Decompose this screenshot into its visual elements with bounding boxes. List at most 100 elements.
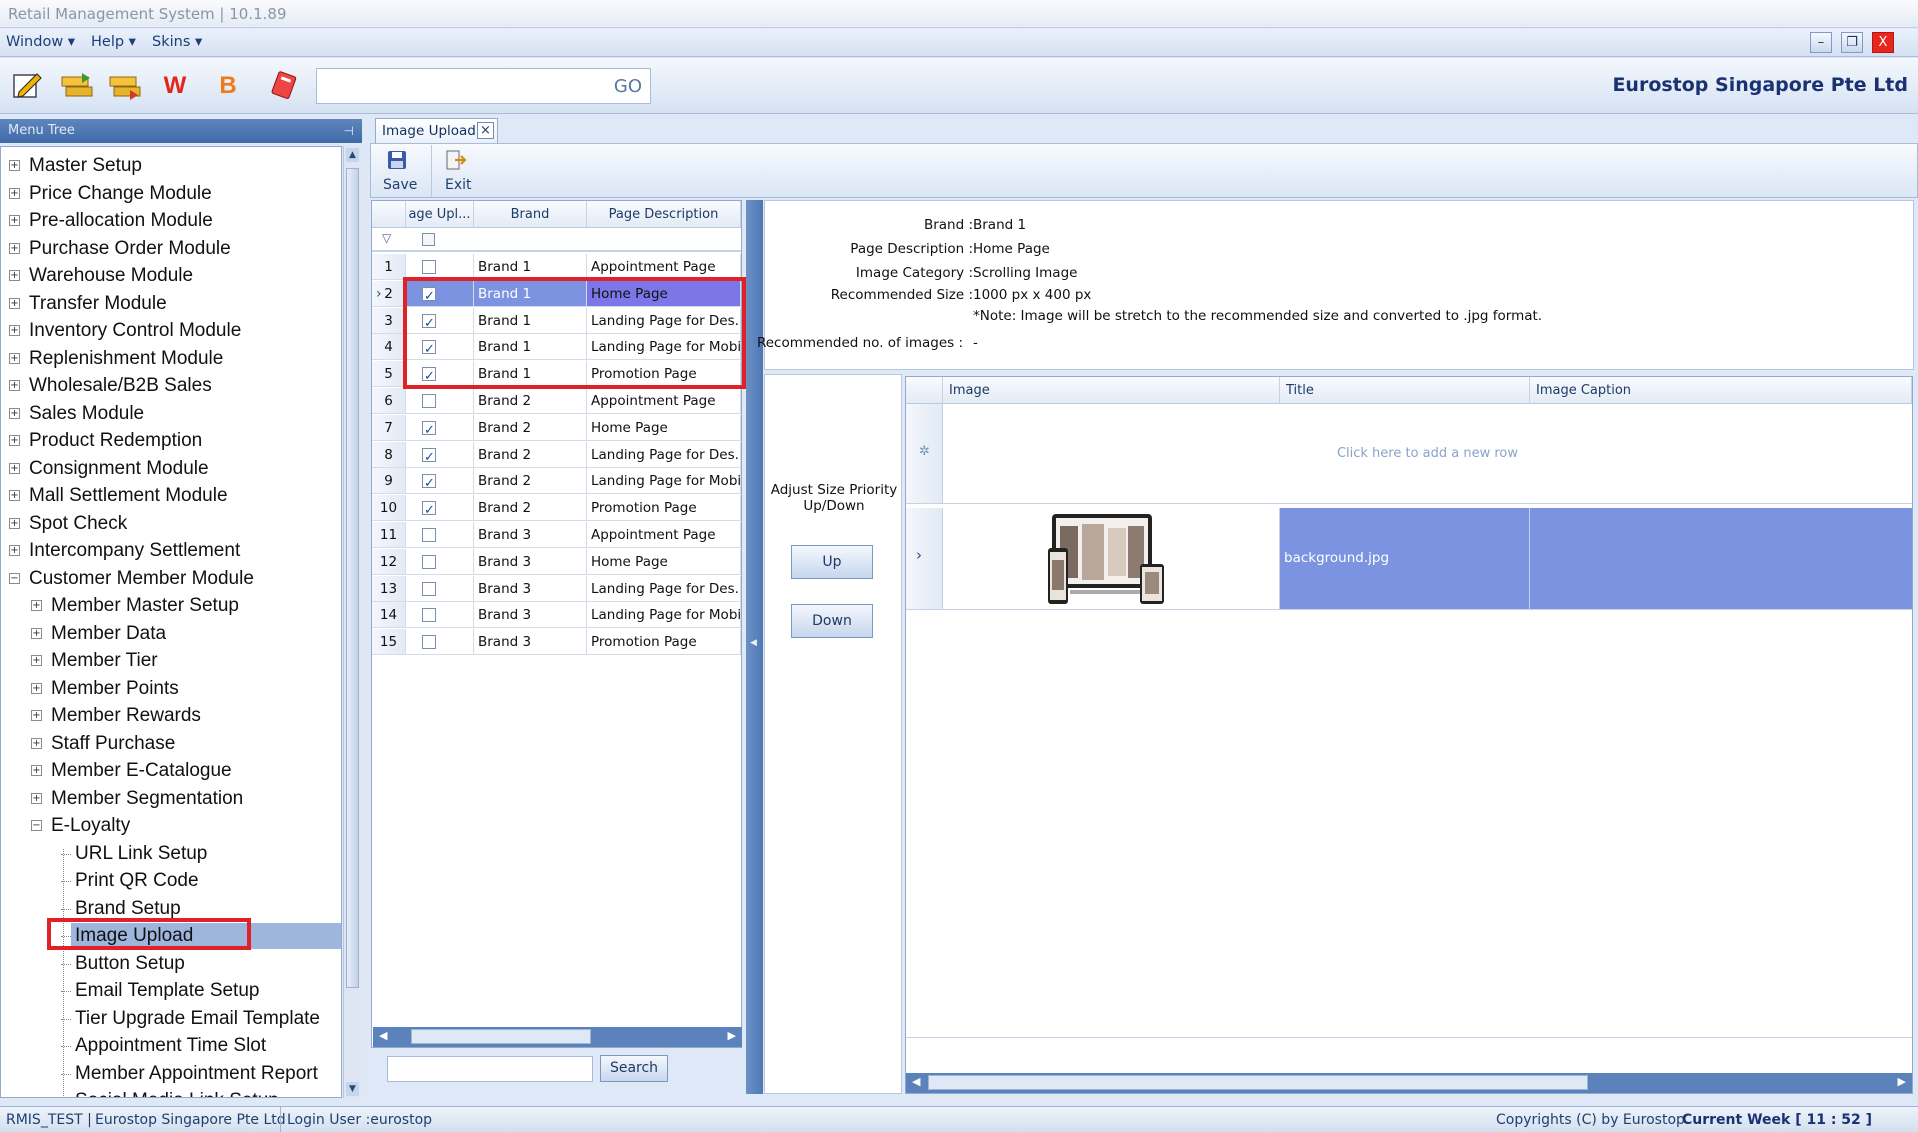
column-header-image-caption[interactable]: Image Caption	[1530, 377, 1912, 404]
menu-item-spot-check[interactable]: Spot Check	[29, 511, 127, 537]
page-description-cell[interactable]: Landing Page for Mobile	[587, 602, 741, 629]
expand-icon[interactable]: +	[9, 407, 20, 419]
expand-icon[interactable]: +	[9, 490, 20, 501]
pin-icon[interactable]: ⊣	[344, 119, 354, 143]
image-scroll-left-icon[interactable]: ◀	[912, 1075, 920, 1088]
global-search-input[interactable]: GO	[316, 68, 651, 104]
expand-icon[interactable]: +	[9, 160, 20, 171]
image-grid-scrollbar[interactable]: ◀ ▶	[906, 1073, 1912, 1093]
collapse-icon[interactable]: −	[9, 572, 20, 584]
menu-item-replenishment-module[interactable]: Replenishment Module	[29, 346, 223, 372]
minimize-button[interactable]: –	[1810, 32, 1832, 53]
brand-cell[interactable]: Brand 3	[474, 575, 587, 602]
image-row-indicator[interactable]: ›	[906, 508, 943, 609]
report-pen-icon[interactable]	[268, 70, 302, 102]
menu-item-consignment-module[interactable]: Consignment Module	[29, 456, 209, 482]
expand-icon[interactable]: +	[9, 545, 20, 556]
menu-item-warehouse-module[interactable]: Warehouse Module	[29, 263, 193, 289]
brand-cell[interactable]: Brand 3	[474, 548, 587, 575]
page-description-cell[interactable]: Promotion Page	[587, 495, 741, 522]
menu-skins[interactable]: Skins ▾	[152, 34, 202, 50]
table-row[interactable]: 6 Brand 2 Appointment Page	[372, 388, 741, 414]
b2b-b-icon[interactable]: B	[211, 70, 245, 102]
expand-icon[interactable]: +	[9, 380, 20, 391]
move-down-button[interactable]: Down	[791, 604, 873, 638]
brand-cell[interactable]: Brand 3	[474, 629, 587, 656]
brand-cell[interactable]: Brand 2	[474, 495, 587, 522]
exit-button[interactable]: Exit	[445, 177, 472, 193]
menu-item-wholesale-b2b-sales[interactable]: Wholesale/B2B Sales	[29, 373, 212, 399]
menu-item-button-setup[interactable]: Button Setup	[75, 951, 185, 977]
menu-item-member-data[interactable]: Member Data	[51, 621, 166, 647]
menu-item-mall-settlement-module[interactable]: Mall Settlement Module	[29, 483, 228, 509]
search-button[interactable]: Search	[600, 1055, 668, 1082]
menu-tree-scroll-thumb[interactable]	[346, 168, 359, 988]
menu-item-staff-purchase[interactable]: Staff Purchase	[51, 731, 175, 757]
list-grid-scrollbar[interactable]: ◀ ▶	[373, 1027, 742, 1047]
image-upload-checkbox[interactable]	[422, 498, 436, 520]
caption-cell[interactable]	[1530, 508, 1912, 609]
menu-item-inventory-control-module[interactable]: Inventory Control Module	[29, 318, 241, 344]
filter-checkbox[interactable]	[422, 233, 435, 246]
menu-item-intercompany-settlement[interactable]: Intercompany Settlement	[29, 538, 240, 564]
save-icon[interactable]	[387, 150, 407, 173]
tab-close-icon[interactable]: ×	[477, 122, 494, 139]
expand-icon[interactable]: +	[31, 792, 42, 804]
image-upload-checkbox[interactable]	[422, 554, 436, 569]
expand-icon[interactable]: +	[9, 325, 20, 336]
menu-item-purchase-order-module[interactable]: Purchase Order Module	[29, 236, 231, 262]
close-window-button[interactable]: X	[1872, 32, 1894, 53]
expand-icon[interactable]: +	[9, 435, 20, 446]
edit-notepad-icon[interactable]	[10, 70, 44, 102]
menu-item-member-points[interactable]: Member Points	[51, 676, 179, 702]
image-upload-checkbox[interactable]	[422, 471, 436, 493]
image-upload-checkbox[interactable]	[422, 581, 436, 596]
table-row[interactable]: 15 Brand 3 Promotion Page	[372, 629, 741, 656]
image-cell[interactable]	[943, 508, 1280, 609]
save-button[interactable]: Save	[383, 177, 417, 193]
menu-item-master-setup[interactable]: Master Setup	[29, 153, 142, 179]
column-header-brand[interactable]: Brand	[474, 201, 587, 228]
menu-item-product-redemption[interactable]: Product Redemption	[29, 428, 202, 454]
menu-item-tier-upgrade-email-template[interactable]: Tier Upgrade Email Template	[75, 1006, 320, 1032]
expand-icon[interactable]: +	[9, 270, 20, 281]
page-description-cell[interactable]: Home Page	[587, 548, 741, 575]
menu-item-member-appointment-report[interactable]: Member Appointment Report	[75, 1061, 318, 1087]
page-description-cell[interactable]: Promotion Page	[587, 629, 741, 656]
list-grid-scroll-thumb[interactable]	[411, 1029, 591, 1044]
expand-icon[interactable]: +	[9, 242, 20, 254]
page-description-cell[interactable]: Landing Page for Des...	[587, 441, 741, 468]
scroll-left-icon[interactable]: ◀	[379, 1029, 387, 1042]
table-row[interactable]: 12 Brand 3 Home Page	[372, 548, 741, 575]
table-row[interactable]: 8 Brand 2Landing Page for Des...	[372, 441, 741, 468]
scroll-down-icon[interactable]: ▼	[346, 1082, 359, 1096]
scroll-right-icon[interactable]: ▶	[728, 1029, 736, 1042]
go-button[interactable]: GO	[614, 76, 642, 97]
brand-cell[interactable]: Brand 2	[474, 414, 587, 441]
column-header-image[interactable]: Image	[943, 377, 1280, 404]
menu-help[interactable]: Help ▾	[91, 34, 136, 50]
column-header-image-upload[interactable]: age Upl...	[406, 201, 474, 228]
expand-icon[interactable]: +	[31, 655, 42, 666]
menu-item-sales-module[interactable]: Sales Module	[29, 401, 144, 427]
page-description-cell[interactable]: Landing Page for Mobile	[587, 468, 741, 495]
brand-cell[interactable]: Brand 3	[474, 522, 587, 548]
table-row[interactable]: 7 Brand 2Home Page	[372, 414, 741, 441]
menu-item-member-segmentation[interactable]: Member Segmentation	[51, 786, 243, 812]
menu-item-e-loyalty[interactable]: E-Loyalty	[51, 813, 130, 839]
exit-icon[interactable]	[445, 150, 467, 173]
table-row[interactable]: 10 Brand 2Promotion Page	[372, 495, 741, 522]
transfer-out-icon[interactable]	[108, 70, 142, 102]
expand-icon[interactable]: +	[31, 627, 42, 639]
filter-icon[interactable]: ▽	[382, 231, 391, 245]
menu-item-member-rewards[interactable]: Member Rewards	[51, 703, 201, 729]
menu-item-member-tier[interactable]: Member Tier	[51, 648, 158, 674]
menu-item-price-change-module[interactable]: Price Change Module	[29, 181, 212, 207]
image-upload-checkbox[interactable]	[422, 445, 436, 467]
restore-button[interactable]: ❐	[1841, 32, 1863, 53]
image-scroll-right-icon[interactable]: ▶	[1898, 1075, 1906, 1088]
brand-cell[interactable]: Brand 3	[474, 602, 587, 629]
image-upload-checkbox[interactable]	[422, 418, 436, 440]
menu-item-customer-member-module[interactable]: Customer Member Module	[29, 566, 254, 592]
transfer-in-icon[interactable]	[60, 70, 94, 102]
